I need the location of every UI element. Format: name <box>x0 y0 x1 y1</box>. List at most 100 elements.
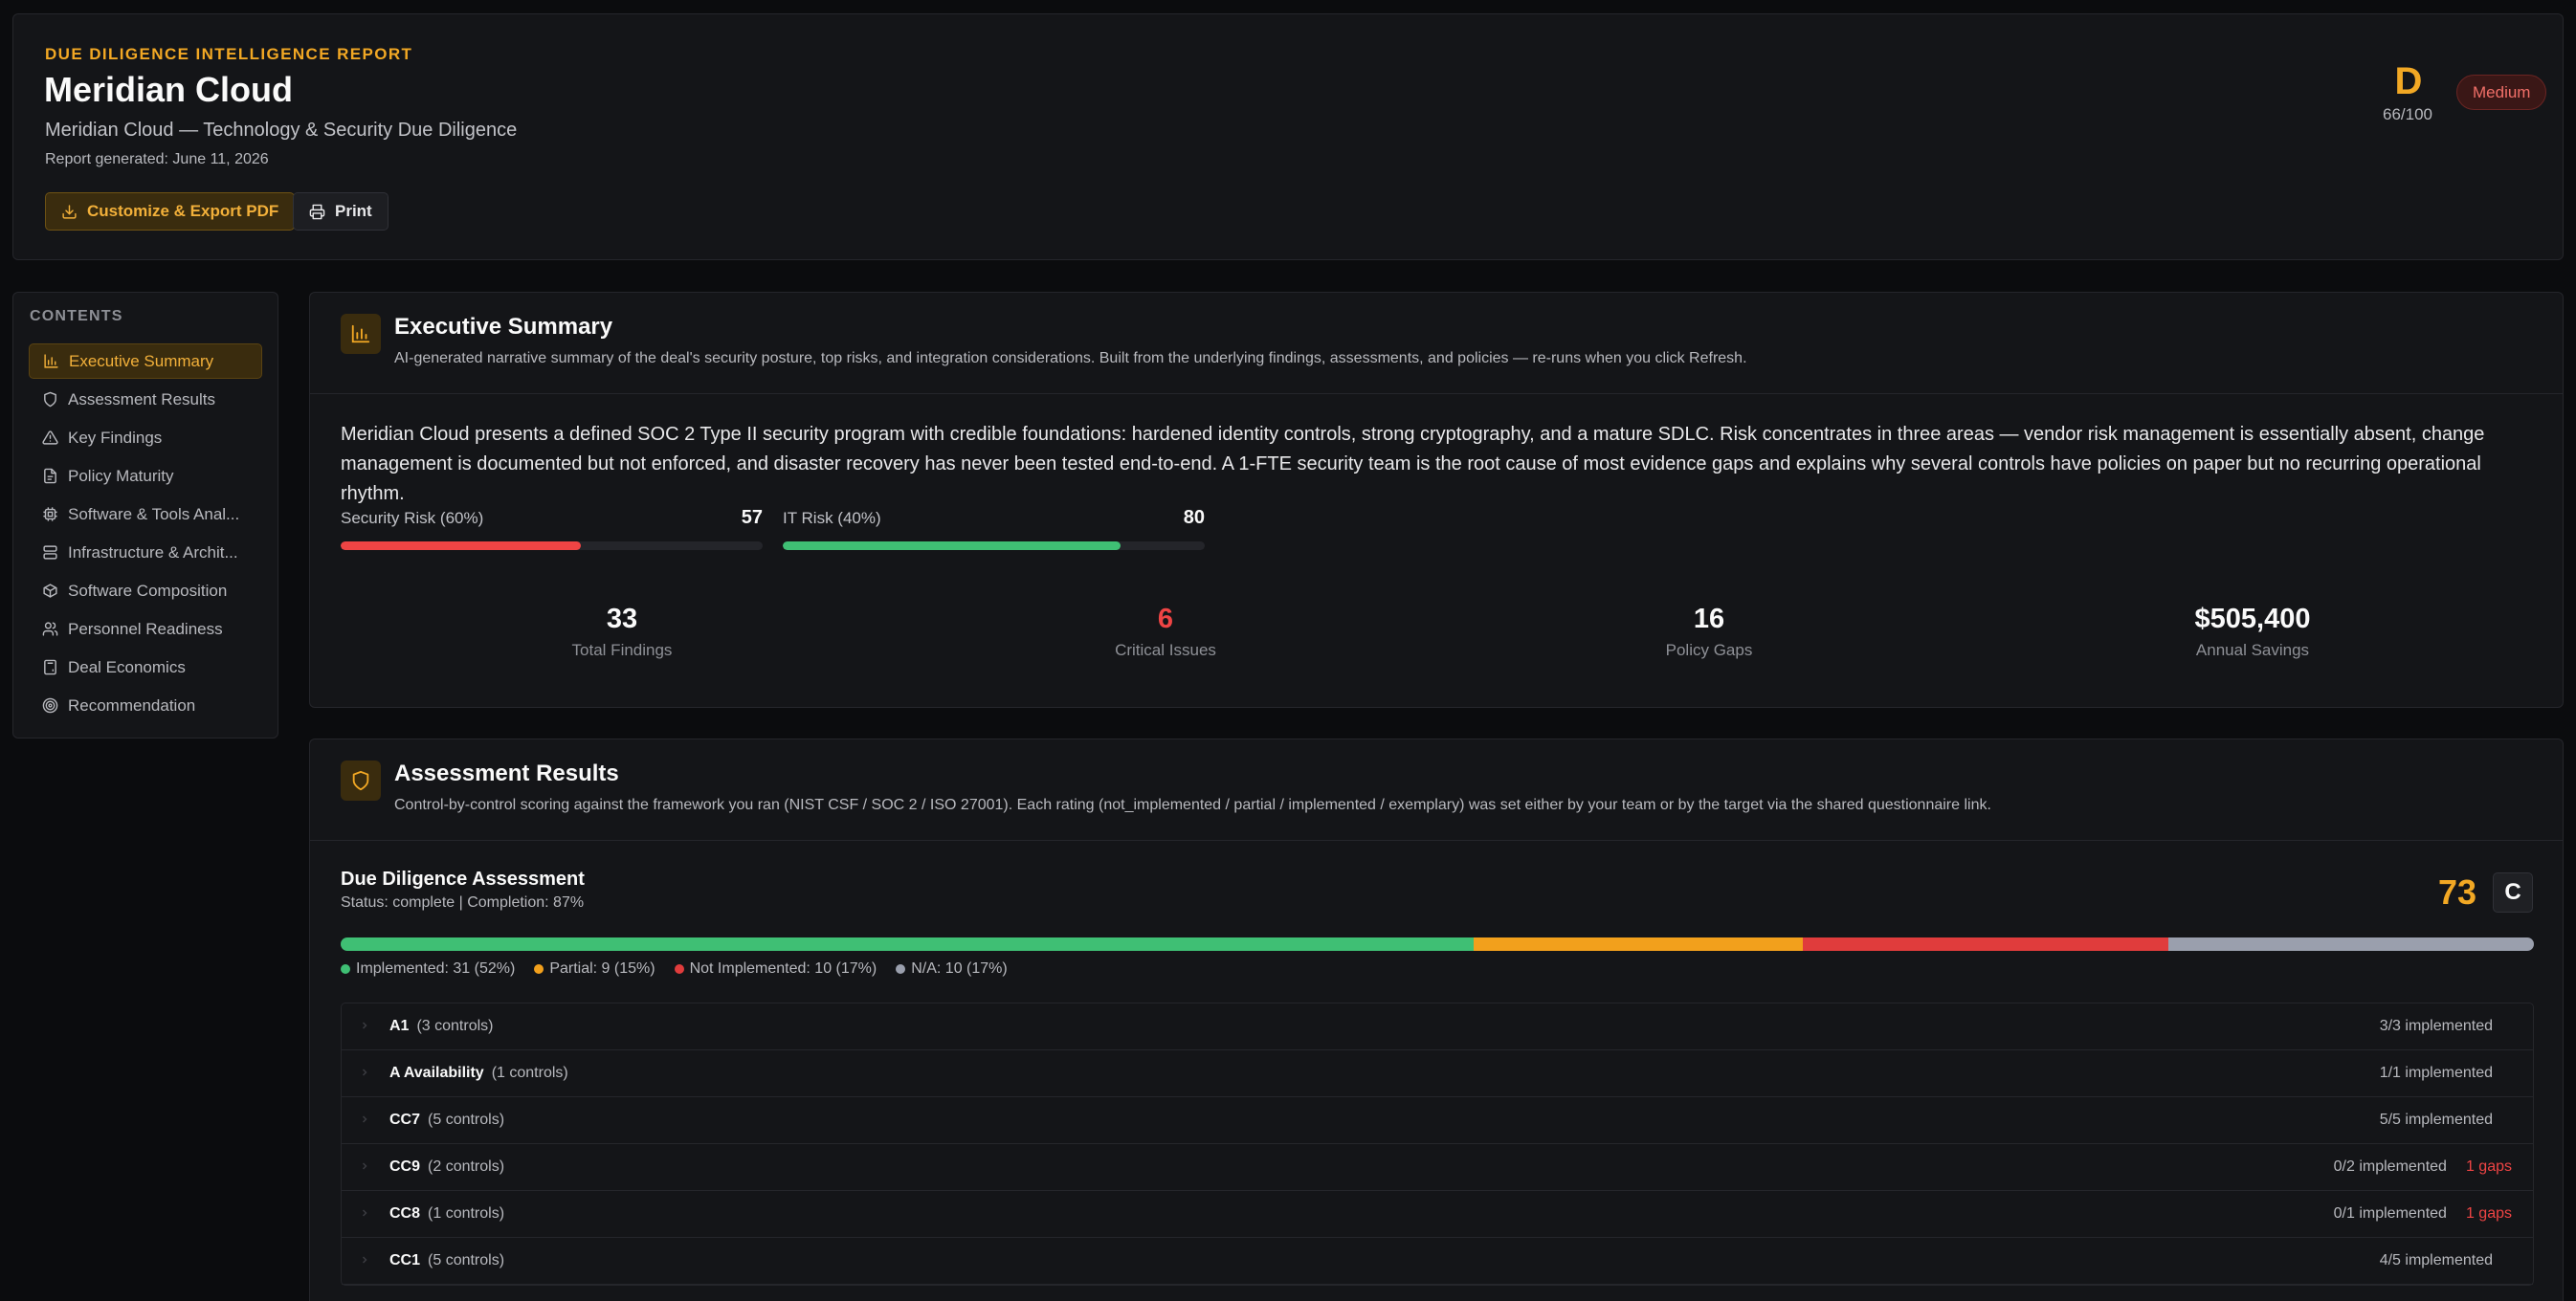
legend-label: Implemented: 31 (52%) <box>356 960 516 977</box>
shield-icon <box>44 391 56 408</box>
overall-grade: D <box>2394 60 2423 102</box>
stat-label: Policy Gaps <box>1665 641 1753 659</box>
report-generated-date: Report generated: June 11, 2026 <box>45 151 269 167</box>
section-icon-box <box>341 761 381 801</box>
group-name: A1 <box>389 1018 410 1034</box>
stat-value: 33 <box>606 604 638 634</box>
control-group-row[interactable]: A Availability (1 controls) 1/1 implement… <box>342 1050 2533 1097</box>
bar-chart-icon <box>44 354 58 368</box>
control-groups-list: A1 (3 controls) 3/3 implemented A Availab… <box>341 1003 2534 1286</box>
risk-level-badge: Medium <box>2456 75 2547 110</box>
toc-label: Infrastructure & Archit... <box>68 542 238 562</box>
toc-item-software-tools[interactable]: Software & Tools Anal... <box>29 496 262 532</box>
security-risk-track <box>341 541 763 550</box>
legend-label: N/A: 10 (17%) <box>911 960 1008 977</box>
toc-item-policy-maturity[interactable]: Policy Maturity <box>29 458 262 494</box>
toc-label: Executive Summary <box>69 351 214 370</box>
group-name: CC8 <box>389 1205 421 1222</box>
legend-label: Partial: 9 (15%) <box>549 960 655 977</box>
control-group-row[interactable]: A1 (3 controls) 3/3 implemented <box>342 1003 2533 1050</box>
security-risk-label: Security Risk (60%) <box>341 509 484 527</box>
stat-critical-issues: 6 Critical Issues <box>1022 604 1309 660</box>
shield-icon <box>352 770 369 791</box>
group-gaps: 1 gaps <box>2465 1205 2512 1222</box>
server-icon <box>43 545 57 560</box>
it-risk-label: IT Risk (40%) <box>783 509 881 527</box>
toc-item-executive-summary[interactable]: Executive Summary <box>29 343 262 379</box>
group-status: 3/3 implemented <box>2379 1018 2493 1034</box>
group-control-count: (5 controls) <box>428 1252 505 1268</box>
document-icon <box>44 468 56 484</box>
control-group-row[interactable]: CC8 (1 controls) 0/1 implemented 1 gaps <box>342 1191 2533 1238</box>
stat-label: Annual Savings <box>2195 641 2310 659</box>
control-group-row[interactable]: CC9 (2 controls) 0/2 implemented 1 gaps <box>342 1144 2533 1191</box>
chevron-right-icon <box>362 1209 367 1217</box>
chevron-right-icon <box>362 1256 367 1264</box>
group-control-count: (1 controls) <box>491 1065 568 1081</box>
it-risk-track <box>783 541 1205 550</box>
warning-triangle-icon <box>42 430 58 445</box>
cpu-icon <box>43 507 57 521</box>
group-control-count: (5 controls) <box>428 1112 505 1128</box>
stat-value: $505,400 <box>2194 604 2311 634</box>
group-name: CC1 <box>389 1252 421 1268</box>
company-name: Meridian Cloud <box>44 70 293 109</box>
export-pdf-button[interactable]: Customize & Export PDF <box>45 192 296 231</box>
legend-dot <box>896 964 906 974</box>
toc-item-key-findings[interactable]: Key Findings <box>29 420 262 455</box>
calculator-icon <box>44 659 56 675</box>
group-status: 4/5 implemented <box>2379 1252 2493 1268</box>
users-icon <box>42 622 58 636</box>
section-description: Control-by-control scoring against the f… <box>394 797 1991 813</box>
group-name: CC7 <box>389 1112 421 1128</box>
toc-item-recommendation[interactable]: Recommendation <box>29 688 262 723</box>
group-gaps: 1 gaps <box>2465 1158 2512 1175</box>
group-control-count: (1 controls) <box>428 1205 505 1222</box>
segment-implemented <box>341 937 1475 951</box>
print-button[interactable]: Print <box>293 192 389 231</box>
toc-label: Personnel Readiness <box>68 619 223 638</box>
segment-not-implemented <box>1802 937 2168 951</box>
toc-item-personnel-readiness[interactable]: Personnel Readiness <box>29 611 262 647</box>
download-icon <box>62 204 77 219</box>
security-risk-fill <box>341 541 582 550</box>
assessment-results-section: Assessment Results Control-by-control sc… <box>309 739 2564 1301</box>
toc-item-software-composition[interactable]: Software Composition <box>29 573 262 608</box>
stat-label: Critical Issues <box>1115 641 1216 659</box>
bar-chart-icon <box>351 324 370 343</box>
implementation-breakdown-bar <box>341 937 2534 951</box>
report-header: DUE DILIGENCE INTELLIGENCE REPORT Meridi… <box>12 13 2564 260</box>
contents-sidebar: CONTENTS Executive Summary Assessment Re… <box>12 292 278 739</box>
chevron-right-icon <box>362 1069 367 1076</box>
printer-icon <box>309 204 325 219</box>
toc-label: Policy Maturity <box>68 466 174 485</box>
divider <box>310 840 2563 841</box>
control-group-row[interactable]: CC7 (5 controls) 5/5 implemented <box>342 1097 2533 1144</box>
overall-score: 66/100 <box>2383 105 2432 123</box>
control-group-row[interactable]: CC1 (5 controls) 4/5 implemented <box>342 1238 2533 1285</box>
stat-label: Total Findings <box>571 641 673 659</box>
legend-dot <box>674 964 684 974</box>
stat-annual-savings: $505,400 Annual Savings <box>2109 604 2396 660</box>
toc-label: Software Composition <box>68 581 228 600</box>
toc-item-infrastructure[interactable]: Infrastructure & Archit... <box>29 535 262 570</box>
legend-label: Not Implemented: 10 (17%) <box>689 960 877 977</box>
section-title: Assessment Results <box>394 761 619 786</box>
it-risk-fill <box>783 541 1121 550</box>
security-risk-value: 57 <box>741 507 763 528</box>
export-pdf-label: Customize & Export PDF <box>87 202 279 220</box>
stat-value: 6 <box>1157 604 1174 634</box>
group-status: 1/1 implemented <box>2379 1065 2493 1081</box>
report-eyebrow: DUE DILIGENCE INTELLIGENCE REPORT <box>45 45 413 63</box>
toc-item-assessment-results[interactable]: Assessment Results <box>29 382 262 417</box>
executive-narrative: Meridian Cloud presents a defined SOC 2 … <box>341 424 2485 504</box>
legend-dot <box>341 964 350 974</box>
toc-item-deal-economics[interactable]: Deal Economics <box>29 650 262 685</box>
section-icon-box <box>341 314 381 354</box>
group-status: 0/1 implemented <box>2333 1205 2447 1222</box>
group-control-count: (3 controls) <box>416 1018 494 1034</box>
toc-label: Assessment Results <box>68 389 215 408</box>
legend-not-implemented: Not Implemented: 10 (17%) <box>674 960 877 978</box>
group-name: A Availability <box>389 1065 484 1081</box>
contents-title: CONTENTS <box>30 308 123 324</box>
